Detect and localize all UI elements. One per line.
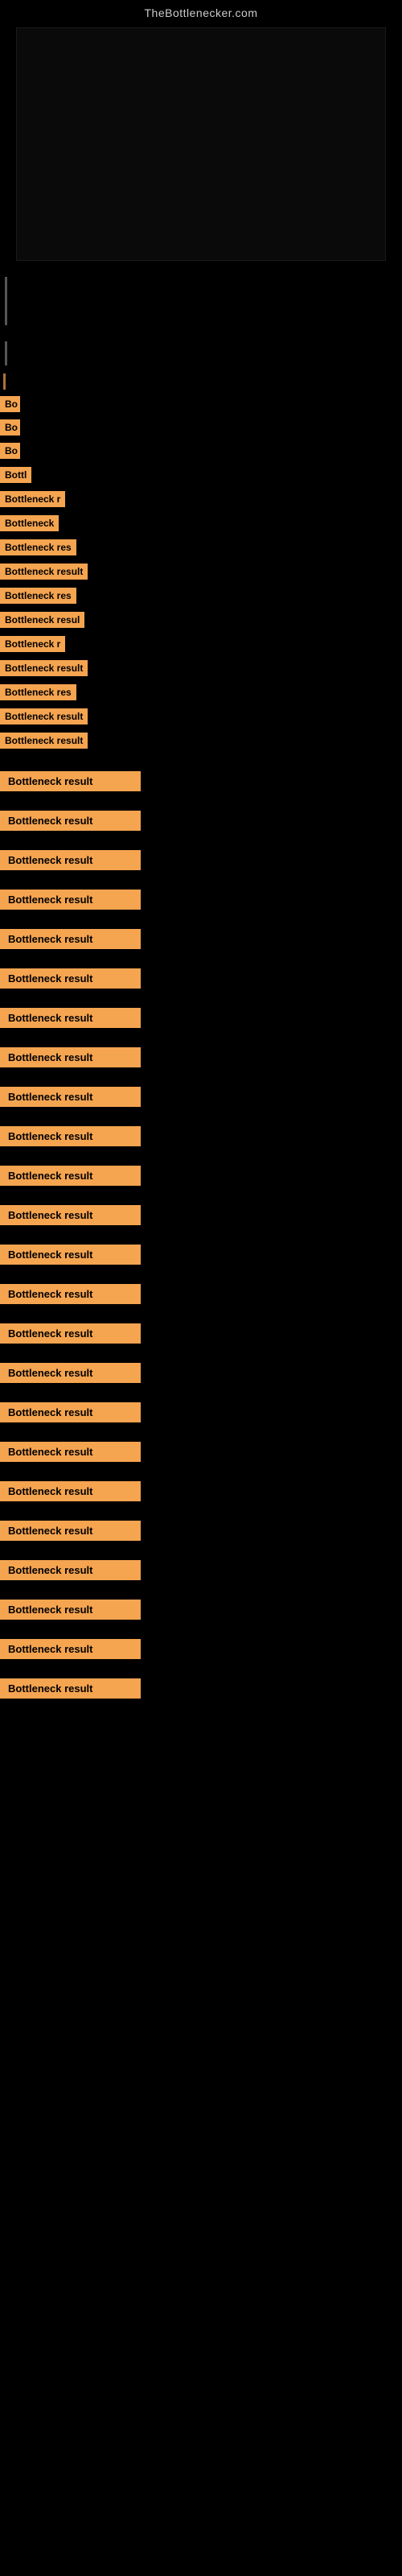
result-row: Bottleneck result (0, 811, 402, 831)
result-badge: Bo (0, 419, 20, 436)
result-row: Bottleneck r (0, 491, 402, 511)
result-row: Bottleneck result (0, 1600, 402, 1620)
result-row: Bottleneck (0, 515, 402, 535)
result-row: Bottleneck result (0, 1087, 402, 1107)
result-row: Bottleneck result (0, 1126, 402, 1146)
result-badge: Bottleneck result (0, 564, 88, 580)
result-badge: Bottleneck (0, 515, 59, 531)
result-row: Bo (0, 419, 402, 440)
result-row: Bottleneck result (0, 968, 402, 989)
result-row: Bo (0, 443, 402, 463)
result-badge: Bottleneck result (0, 771, 141, 791)
cursor-line-2 (5, 341, 7, 365)
result-badge: Bottleneck result (0, 1284, 141, 1304)
result-row: Bottleneck result (0, 890, 402, 910)
result-badge: Bottleneck result (0, 1442, 141, 1462)
small-label (3, 374, 6, 390)
result-badge: Bottleneck res (0, 539, 76, 555)
result-row: Bottleneck result (0, 771, 402, 791)
result-row: Bottleneck result (0, 1323, 402, 1344)
result-badge: Bottleneck result (0, 1521, 141, 1541)
result-row: Bottleneck result (0, 1560, 402, 1580)
result-row: Bottleneck result (0, 1245, 402, 1265)
page-wrapper: TheBottlenecker.com Bo Bo Bo Bottl Bottl… (0, 0, 402, 2576)
result-row: Bottleneck res (0, 588, 402, 608)
result-badge: Bottleneck result (0, 1560, 141, 1580)
result-row: Bo (0, 396, 402, 416)
result-row: Bottleneck result (0, 1047, 402, 1067)
result-badge: Bottleneck result (0, 733, 88, 749)
result-row: Bottleneck result (0, 1639, 402, 1659)
result-row: Bottleneck result (0, 1481, 402, 1501)
result-row: Bottl (0, 467, 402, 487)
result-badge: Bottleneck result (0, 1047, 141, 1067)
result-badge: Bottleneck result (0, 1402, 141, 1422)
result-badge: Bo (0, 443, 20, 459)
result-row: Bottleneck resul (0, 612, 402, 632)
result-badge: Bottleneck result (0, 1481, 141, 1501)
result-badge: Bottleneck result (0, 1363, 141, 1383)
result-badge: Bo (0, 396, 20, 412)
result-badge: Bottleneck r (0, 636, 65, 652)
result-row: Bottleneck res (0, 684, 402, 704)
result-row: Bottleneck result (0, 1521, 402, 1541)
result-badge: Bottleneck result (0, 1600, 141, 1620)
result-badge: Bottleneck result (0, 850, 141, 870)
result-badge: Bottleneck res (0, 588, 76, 604)
result-badge: Bottleneck result (0, 1245, 141, 1265)
result-badge: Bottleneck r (0, 491, 65, 507)
result-badge: Bottleneck result (0, 1166, 141, 1186)
result-badge: Bottleneck result (0, 1087, 141, 1107)
result-badge: Bottl (0, 467, 31, 483)
result-badge: Bottleneck result (0, 811, 141, 831)
result-row: Bottleneck result (0, 733, 402, 753)
result-row: Bottleneck r (0, 636, 402, 656)
result-badge: Bottleneck result (0, 708, 88, 724)
result-badge: Bottleneck result (0, 660, 88, 676)
result-badge: Bottleneck result (0, 1323, 141, 1344)
result-row: Bottleneck result (0, 1008, 402, 1028)
result-row: Bottleneck result (0, 1402, 402, 1422)
result-badge: Bottleneck result (0, 929, 141, 949)
result-badge: Bottleneck result (0, 1008, 141, 1028)
result-badge: Bottleneck result (0, 1126, 141, 1146)
result-row: Bottleneck result (0, 660, 402, 680)
result-row: Bottleneck result (0, 850, 402, 870)
result-row: Bottleneck result (0, 564, 402, 584)
result-badge: Bottleneck result (0, 1678, 141, 1699)
result-row: Bottleneck result (0, 708, 402, 729)
result-row: Bottleneck result (0, 929, 402, 949)
result-badge: Bottleneck result (0, 968, 141, 989)
result-row: Bottleneck result (0, 1284, 402, 1304)
result-badge: Bottleneck result (0, 1639, 141, 1659)
cursor-line (5, 277, 7, 325)
result-badge: Bottleneck res (0, 684, 76, 700)
chart-area (16, 27, 386, 261)
result-row: Bottleneck result (0, 1678, 402, 1699)
result-row: Bottleneck result (0, 1166, 402, 1186)
result-row: Bottleneck result (0, 1363, 402, 1383)
result-badge: Bottleneck resul (0, 612, 84, 628)
result-row: Bottleneck res (0, 539, 402, 559)
result-badge: Bottleneck result (0, 890, 141, 910)
result-badge: Bottleneck result (0, 1205, 141, 1225)
result-row: Bottleneck result (0, 1442, 402, 1462)
site-title: TheBottlenecker.com (0, 0, 402, 19)
result-row: Bottleneck result (0, 1205, 402, 1225)
